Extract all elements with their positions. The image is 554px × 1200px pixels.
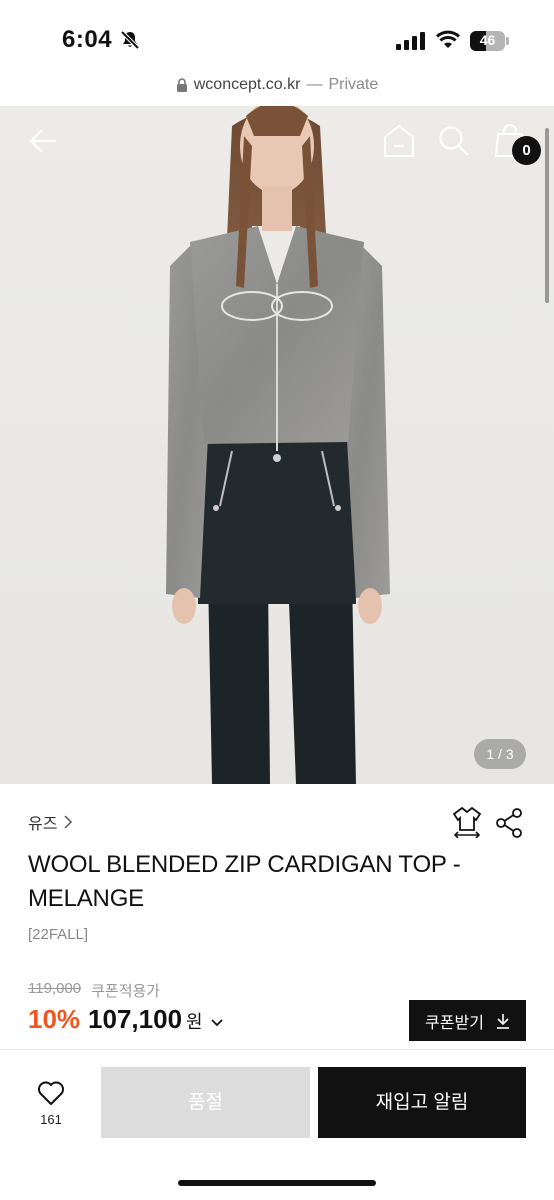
coupon-price-label: 쿠폰적용가	[91, 983, 161, 1000]
original-price: 119,000	[28, 980, 82, 997]
season-tag: [22FALL]	[28, 926, 89, 943]
discount-rate: 10%	[28, 1004, 81, 1034]
chevron-down-icon[interactable]	[210, 1018, 223, 1028]
lock-icon	[176, 78, 187, 92]
download-icon	[496, 1013, 509, 1029]
status-time: 6:04	[62, 26, 113, 53]
sale-price: 107,100	[88, 1004, 183, 1034]
home-indicator[interactable]	[178, 1180, 376, 1186]
product-photo	[166, 106, 390, 784]
image-counter: 1 / 3	[474, 739, 526, 769]
search-icon[interactable]	[438, 125, 470, 157]
product-title: WOOL BLENDED ZIP CARDIGAN TOP - MELANGE	[28, 851, 461, 912]
heart-icon	[38, 1081, 64, 1105]
restock-alert-button[interactable]: 재입고 알림	[318, 1067, 526, 1138]
brand-link[interactable]: 유즈	[28, 810, 73, 834]
wishlist-button[interactable]: 161	[30, 1080, 72, 1127]
cellular-signal-icon	[396, 32, 425, 50]
share-icon[interactable]	[495, 808, 523, 838]
scrollbar[interactable]	[545, 128, 549, 303]
brand-name: 유즈	[28, 816, 58, 833]
size-guide-shirt-icon[interactable]	[452, 806, 482, 838]
price-row[interactable]: 10% 107,100 원	[28, 1004, 223, 1035]
battery-level: 46	[479, 32, 496, 48]
url-domain: wconcept.co.kr	[193, 76, 301, 93]
chevron-right-icon	[64, 815, 73, 829]
bell-slash-icon	[120, 30, 140, 50]
wish-count: 161	[40, 1112, 62, 1127]
status-bar: 6:04 46	[0, 0, 554, 70]
cart-count-badge: 0	[512, 136, 541, 165]
divider	[0, 1049, 554, 1050]
url-separator: —	[306, 76, 323, 93]
sold-out-button: 품절	[101, 1067, 310, 1138]
wifi-icon	[435, 30, 461, 48]
original-price-row: 119,000 쿠폰적용가	[28, 980, 160, 1001]
url-bar[interactable]: wconcept.co.kr — Private	[0, 70, 554, 106]
battery-indicator: 46	[470, 31, 509, 51]
coupon-button-label: 쿠폰받기	[425, 1014, 484, 1032]
product-image-carousel[interactable]: 0 1 / 3	[0, 106, 554, 784]
get-coupon-button[interactable]: 쿠폰받기	[409, 1000, 526, 1041]
home-icon[interactable]	[383, 124, 415, 158]
currency-label: 원	[186, 1012, 203, 1032]
private-mode-label: Private	[328, 76, 379, 93]
back-arrow-icon[interactable]	[28, 126, 58, 156]
